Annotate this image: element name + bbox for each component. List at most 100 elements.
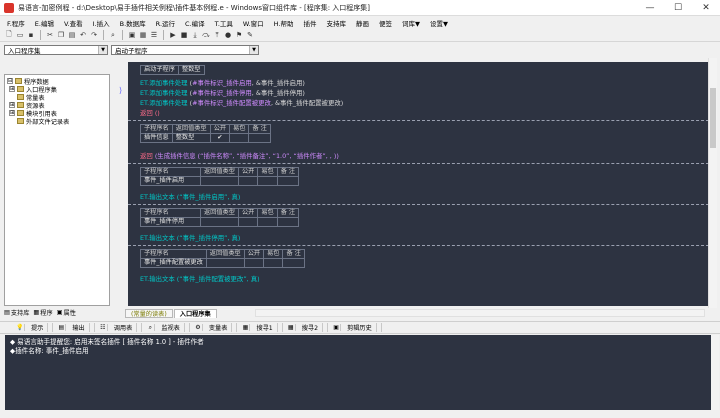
sub-note-cell[interactable] (282, 258, 305, 268)
undo-icon[interactable]: ↶ (78, 30, 88, 40)
sub-public-cell[interactable] (237, 176, 259, 186)
menu-database[interactable]: B.数据库 (115, 18, 151, 28)
tree-item-resources[interactable]: ⊞ 资源表 (5, 101, 109, 110)
chevron-down-icon[interactable]: ▼ (98, 46, 107, 54)
tab-constants-reader[interactable]: (常量的读表) (125, 308, 173, 318)
code-line[interactable]: ET.添加事件处理 (#事件标识_插件启用, &事件_插件启用) (140, 79, 305, 88)
tab-hints[interactable]: 💡 提示 (12, 323, 54, 332)
menu-plugins[interactable]: 插件 (298, 18, 321, 28)
code-line[interactable]: ET.输出文本 (“事件_插件停用”, 真) (140, 234, 240, 243)
cut-icon[interactable]: ✂ (45, 30, 55, 40)
tab-variables[interactable]: ⚙ 变量表 (190, 323, 238, 332)
sub-type-cell[interactable]: 整数型 (177, 65, 205, 75)
find-icon[interactable]: ⌕ (108, 30, 118, 40)
copy-icon[interactable]: ❐ (56, 30, 66, 40)
redo-icon[interactable]: ↷ (89, 30, 99, 40)
menu-program[interactable]: F.程序 (2, 18, 30, 28)
tab-entry-assembly[interactable]: 入口程序集 (173, 308, 217, 318)
sub-type-cell[interactable] (200, 176, 239, 186)
maximize-button[interactable]: ☐ (664, 0, 692, 16)
bookmark-icon[interactable]: ⚑ (234, 30, 244, 40)
tree-item-external-files[interactable]: 外部文件记录表 (5, 117, 109, 126)
tree-item-entry-assembly[interactable]: ⊞ 入口程序集 (5, 85, 109, 94)
close-button[interactable]: ✕ (692, 0, 720, 16)
tab-libraries[interactable]: ▤ 支持库 (4, 308, 29, 317)
run-icon[interactable]: ▶ (168, 30, 178, 40)
output-panel[interactable]: ◆ 易语言助手提醒您: 启用未签名插件 [ 插件名称 1.0 ] - 插件作者 … (5, 335, 711, 410)
sub-easypack-cell[interactable] (257, 217, 278, 227)
menu-window[interactable]: W.窗口 (238, 18, 269, 28)
menu-notes[interactable]: 便签 (374, 18, 397, 28)
output-vertical-scrollbar[interactable] (711, 335, 719, 410)
sub-public-cell[interactable] (243, 258, 265, 268)
tab-call-stack[interactable]: ☷ 调用表 (95, 323, 143, 332)
sub-public-cell[interactable] (237, 217, 259, 227)
tree-item-constants[interactable]: 常量表 (5, 93, 109, 102)
sub-name-cell[interactable]: 事件_插件停用 (140, 217, 201, 227)
subroutine-select[interactable]: 启动子程序 ▼ (111, 45, 259, 55)
sub-easypack-cell[interactable] (257, 176, 278, 186)
collapse-icon[interactable]: ⊟ (7, 78, 13, 84)
grid-icon[interactable]: ▦ (138, 30, 148, 40)
sub-easypack-cell[interactable] (263, 258, 284, 268)
tab-search1[interactable]: ▦ 搜寻1 (237, 323, 283, 332)
code-line[interactable]: ET.添加事件处理 (#事件标识_插件配置被更改, &事件_插件配置被更改) (140, 99, 343, 108)
chevron-down-icon[interactable]: ▼ (249, 46, 258, 54)
code-line[interactable]: ET.输出文本 (“事件_插件启用”, 真) (140, 193, 240, 202)
menu-run[interactable]: R.运行 (151, 18, 180, 28)
window-icon[interactable]: ▣ (127, 30, 137, 40)
sub-note-cell[interactable] (248, 133, 271, 143)
tab-output[interactable]: ▤ 输出 (53, 323, 95, 332)
code-line[interactable]: 返回 (生成插件信息 (“插件名称”, “插件备注”, “1.0”, “插件作者… (140, 152, 339, 161)
sub-public-cell[interactable]: ✔ (209, 133, 231, 143)
menu-view[interactable]: V.查看 (59, 18, 88, 28)
menu-settings[interactable]: 设置▼ (425, 18, 453, 28)
editor-horizontal-scrollbar[interactable] (255, 309, 705, 317)
step-over-icon[interactable]: ⤼ (201, 30, 211, 40)
menu-static[interactable]: 静画 (351, 18, 374, 28)
save-icon[interactable]: ▪ (26, 30, 36, 40)
sub-easypack-cell[interactable] (229, 133, 250, 143)
menu-libraries[interactable]: 支持库 (321, 18, 351, 28)
new-file-icon[interactable]: 🗋 (4, 30, 14, 40)
menu-insert[interactable]: I.插入 (88, 18, 115, 28)
menu-compile[interactable]: C.编译 (180, 18, 210, 28)
step-into-icon[interactable]: ⤓ (190, 30, 200, 40)
sub-type-cell[interactable]: 整数型 (171, 133, 211, 143)
expand-icon[interactable]: ⊞ (9, 102, 15, 108)
sub-name-cell[interactable]: 事件_插件配置被更改 (140, 258, 207, 268)
sub-name-cell[interactable]: 插件信息 (140, 133, 173, 143)
sub-type-cell[interactable] (200, 217, 239, 227)
code-editor[interactable]: 启动子程序 整数型 ET.添加事件处理 (#事件标识_插件启用, &事件_插件启… (128, 62, 714, 306)
expand-icon[interactable]: ⊞ (9, 110, 15, 116)
sub-note-cell[interactable] (276, 176, 300, 186)
wand-icon[interactable]: ✎ (245, 30, 255, 40)
sub-note-cell[interactable] (276, 217, 300, 227)
sub-name-cell[interactable]: 启动子程序 (140, 65, 179, 75)
assembly-select[interactable]: 入口程序集 ▼ (4, 45, 108, 55)
tree-item-program-data[interactable]: ⊟ 程序数据 (5, 77, 109, 86)
breakpoint-icon[interactable]: ● (223, 30, 233, 40)
tab-clip-history[interactable]: ▣ 剪辑历史 (328, 323, 382, 332)
list-icon[interactable]: ☰ (149, 30, 159, 40)
expand-icon[interactable]: ⊞ (9, 86, 15, 92)
menu-tools[interactable]: T.工具 (210, 18, 238, 28)
scrollbar-thumb[interactable] (710, 88, 716, 148)
tab-program[interactable]: ▦ 程序 (33, 308, 52, 317)
tab-search2[interactable]: ▦ 搜寻2 (283, 323, 329, 332)
menu-help[interactable]: H.帮助 (269, 18, 299, 28)
sub-type-cell[interactable] (205, 258, 245, 268)
editor-vertical-scrollbar[interactable] (708, 58, 717, 308)
step-out-icon[interactable]: ⤒ (212, 30, 222, 40)
code-return-line[interactable]: 返回 () (140, 109, 160, 118)
stop-icon[interactable]: ■ (179, 30, 189, 40)
code-line[interactable]: ET.添加事件处理 (#事件标识_插件停用, &事件_插件停用) (140, 89, 305, 98)
minimize-button[interactable]: — (636, 0, 664, 16)
code-line[interactable]: ET.输出文本 (“事件_插件配置被更改”, 真) (140, 275, 260, 284)
tab-watch[interactable]: ⌕ 监视表 (142, 323, 190, 332)
paste-icon[interactable]: ▤ (67, 30, 77, 40)
menu-thesaurus[interactable]: 词库▼ (397, 18, 425, 28)
tab-properties[interactable]: ▣ 属性 (57, 308, 76, 317)
menu-edit[interactable]: E.编辑 (30, 18, 59, 28)
open-folder-icon[interactable]: ▭ (15, 30, 25, 40)
